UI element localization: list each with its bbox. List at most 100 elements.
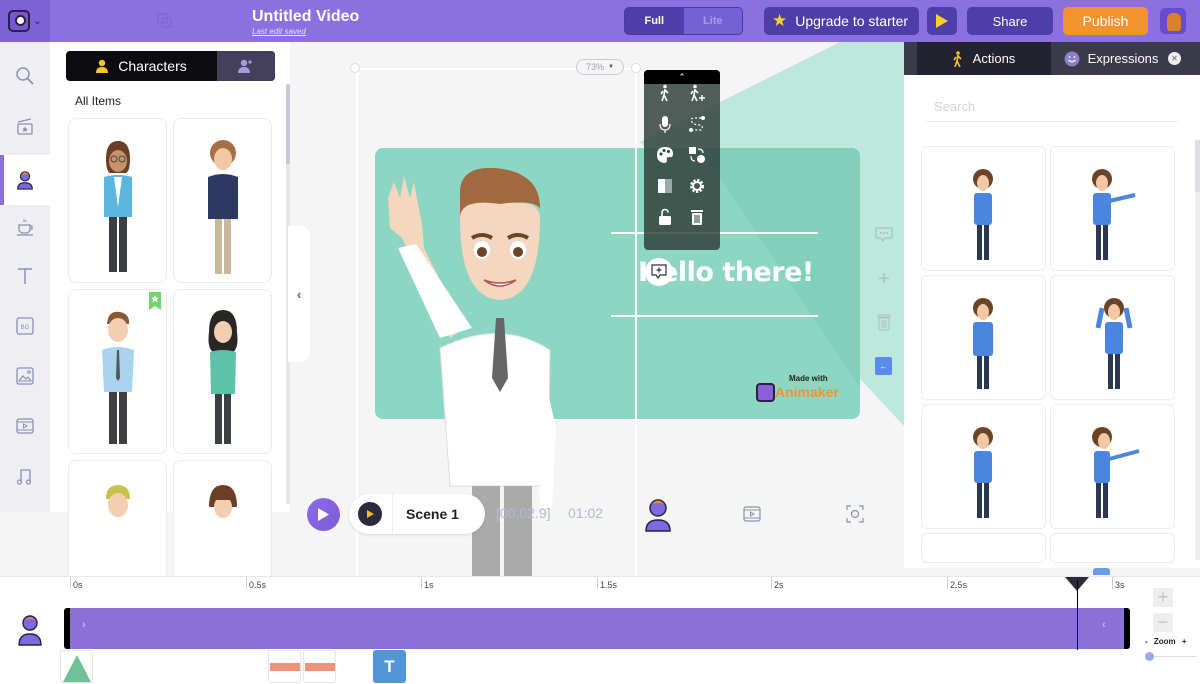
keyframe-enter[interactable]	[60, 650, 93, 683]
collapse-library-button[interactable]: ‹	[288, 226, 310, 362]
action-card-idle[interactable]	[921, 146, 1046, 271]
share-button[interactable]: Share	[967, 7, 1053, 35]
divider	[392, 494, 393, 534]
image-icon	[16, 367, 34, 385]
character-card[interactable]	[173, 289, 272, 454]
character-man-curly-hoodie	[207, 140, 238, 274]
character-layer-icon[interactable]	[644, 498, 672, 532]
app-menu-button[interactable]: ⌄	[0, 0, 50, 42]
rail-search[interactable]	[0, 51, 50, 101]
rail-properties[interactable]	[0, 201, 50, 251]
rail-music[interactable]	[0, 451, 50, 501]
mode-toggle[interactable]: Full Lite	[624, 7, 743, 35]
play-icon	[936, 14, 948, 28]
animaker-mascot-icon	[756, 383, 775, 402]
add-action-button[interactable]	[684, 80, 710, 106]
action-preview	[973, 427, 993, 518]
save-status: Last edit saved	[252, 27, 306, 36]
keyframe-action[interactable]	[303, 650, 336, 683]
scene-selector[interactable]: Scene 1	[349, 494, 485, 534]
close-panel-button[interactable]: ✕	[1168, 52, 1181, 65]
rail-video[interactable]	[0, 401, 50, 451]
keyframe-text[interactable]: T	[373, 650, 406, 683]
action-card[interactable]	[1050, 533, 1175, 563]
track-start-handle[interactable]: ›	[82, 619, 86, 631]
voice-button[interactable]	[652, 111, 678, 137]
rail-text[interactable]	[0, 251, 50, 301]
character-card[interactable]	[173, 118, 272, 283]
tab-actions[interactable]: Actions	[917, 42, 1051, 75]
upgrade-button[interactable]: ★ Upgrade to starter	[764, 7, 919, 35]
preview-button[interactable]	[927, 7, 957, 35]
resize-handle[interactable]	[350, 63, 360, 73]
character-track-bar[interactable]	[64, 608, 1130, 649]
timeline-zoom-out-button[interactable]: −	[1153, 612, 1173, 632]
add-comment-button[interactable]	[645, 258, 673, 286]
actions-search-input[interactable]	[926, 92, 1178, 122]
star-icon: ★	[772, 11, 788, 30]
action-card-sad[interactable]	[921, 275, 1046, 400]
plus-icon: +	[878, 267, 890, 290]
rail-images[interactable]	[0, 351, 50, 401]
rail-backgrounds[interactable]: BG	[0, 301, 50, 351]
tab-characters[interactable]: Characters	[66, 51, 217, 81]
watermark: Made with Animaker	[753, 374, 843, 408]
keyframe-action[interactable]	[268, 650, 301, 683]
timeline-zoom-in-button[interactable]: +	[1153, 587, 1173, 607]
smiley-icon	[1064, 51, 1080, 66]
focus-icon[interactable]	[846, 505, 864, 523]
expand-panel-button[interactable]: ←	[875, 357, 892, 375]
mode-lite-option[interactable]: Lite	[683, 8, 742, 34]
rail-templates[interactable]	[0, 101, 50, 151]
mode-full-option[interactable]: Full	[625, 8, 684, 34]
scene-play-button[interactable]	[358, 502, 382, 526]
comments-button[interactable]	[874, 225, 894, 245]
tab-add-character[interactable]	[217, 51, 275, 81]
publish-button[interactable]: Publish	[1063, 7, 1148, 35]
chat-bubble-icon	[875, 227, 893, 243]
flip-icon	[658, 179, 672, 193]
actions-scrollbar-thumb[interactable]	[1195, 140, 1200, 192]
timeline-scroll-thumb[interactable]	[1093, 568, 1110, 575]
action-button[interactable]	[652, 80, 678, 106]
tab-actions-label: Actions	[972, 51, 1016, 66]
path-button[interactable]	[684, 111, 710, 137]
canvas-zoom-value: 73%	[586, 62, 605, 72]
flip-button[interactable]	[652, 173, 678, 199]
action-preview	[1092, 169, 1136, 260]
library-scrollbar-thumb[interactable]	[286, 84, 290, 164]
delete-scene-button[interactable]	[874, 312, 894, 332]
timeline-zoom-slider[interactable]	[1150, 656, 1196, 657]
action-card-present-right[interactable]	[1050, 146, 1175, 271]
delete-button[interactable]	[684, 204, 710, 230]
action-card[interactable]	[921, 533, 1046, 563]
rail-characters[interactable]	[0, 155, 50, 205]
lock-button[interactable]	[652, 204, 678, 230]
actions-scrollbar[interactable]	[1195, 140, 1200, 560]
user-avatar[interactable]	[1160, 8, 1186, 34]
playhead-line	[1077, 580, 1079, 650]
color-button[interactable]	[652, 142, 678, 168]
tab-expressions[interactable]: Expressions	[1051, 42, 1171, 75]
action-card-headache[interactable]	[1050, 275, 1175, 400]
timeline-zoom-label: - Zoom +	[1145, 637, 1187, 646]
action-card-thinking[interactable]	[921, 404, 1046, 529]
action-card-present-side[interactable]	[1050, 404, 1175, 529]
settings-button[interactable]	[684, 173, 710, 199]
character-toolbar: ⌃	[644, 70, 720, 250]
swap-button[interactable]	[684, 142, 710, 168]
track-end-handle[interactable]: ‹	[1102, 619, 1106, 631]
canvas-zoom-dropdown[interactable]: 73% ▼	[576, 59, 624, 75]
duplicate-icon[interactable]	[157, 13, 173, 29]
add-scene-button[interactable]: +	[874, 267, 894, 290]
path-icon	[689, 116, 705, 132]
character-card[interactable]	[68, 289, 167, 454]
timeline-zoom-slider-knob[interactable]	[1145, 652, 1154, 661]
play-button[interactable]	[307, 498, 340, 531]
video-title[interactable]: Untitled Video	[252, 8, 359, 26]
chevron-left-icon: ‹	[296, 286, 302, 302]
film-icon[interactable]	[742, 504, 762, 524]
action-icon	[660, 84, 669, 102]
resize-handle[interactable]	[631, 63, 641, 73]
character-card[interactable]	[68, 118, 167, 283]
